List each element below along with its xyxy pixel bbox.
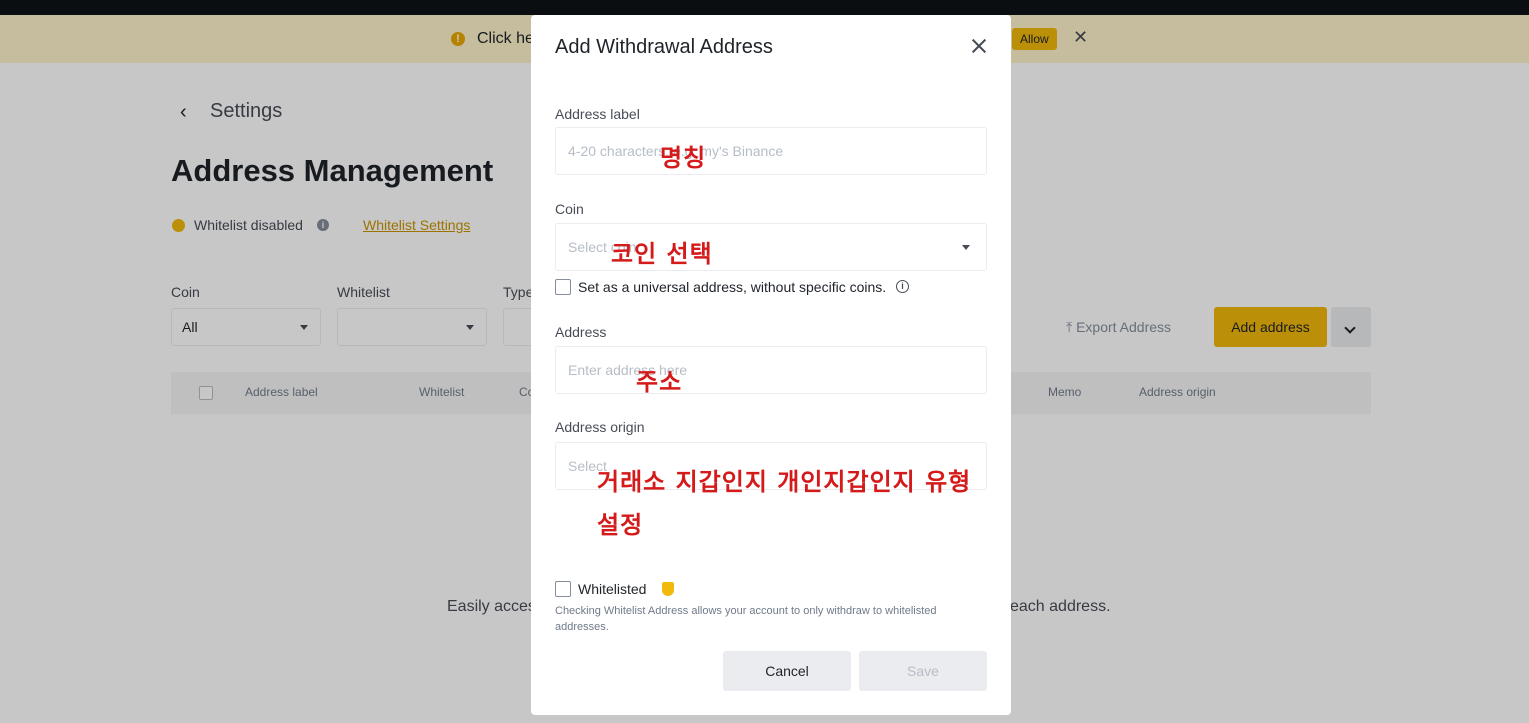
shield-icon <box>662 582 674 596</box>
annotation-origin-note-2: 설정 <box>597 511 644 539</box>
address-origin-label: Address origin <box>555 419 645 435</box>
whitelisted-label: Whitelisted <box>578 581 647 597</box>
address-label-label: Address label <box>555 106 640 122</box>
annotation-label-note: 명칭 <box>660 144 707 172</box>
caret-down-icon <box>962 245 970 250</box>
universal-address-checkbox[interactable] <box>555 279 571 295</box>
cancel-button[interactable]: Cancel <box>723 651 851 691</box>
annotation-origin-note: 거래소 지갑인지 개인지갑인지 유형 <box>597 468 972 496</box>
close-icon[interactable] <box>968 35 990 57</box>
save-button[interactable]: Save <box>859 651 987 691</box>
address-input[interactable] <box>555 346 987 394</box>
whitelisted-checkbox[interactable] <box>555 581 571 597</box>
universal-address-label: Set as a universal address, without spec… <box>578 279 887 295</box>
address-label-input[interactable] <box>555 127 987 175</box>
add-withdrawal-address-dialog: Add Withdrawal Address Address label Coi… <box>531 15 1011 715</box>
info-icon[interactable]: i <box>896 280 909 293</box>
address-field-label: Address <box>555 324 607 340</box>
annotation-address-note: 주소 <box>636 368 683 396</box>
annotation-coin-note: 코인 선택 <box>611 240 713 268</box>
coin-label: Coin <box>555 201 584 217</box>
whitelist-help-text: Checking Whitelist Address allows your a… <box>555 605 937 633</box>
top-bar <box>0 0 1529 15</box>
dialog-title: Add Withdrawal Address <box>555 36 773 58</box>
